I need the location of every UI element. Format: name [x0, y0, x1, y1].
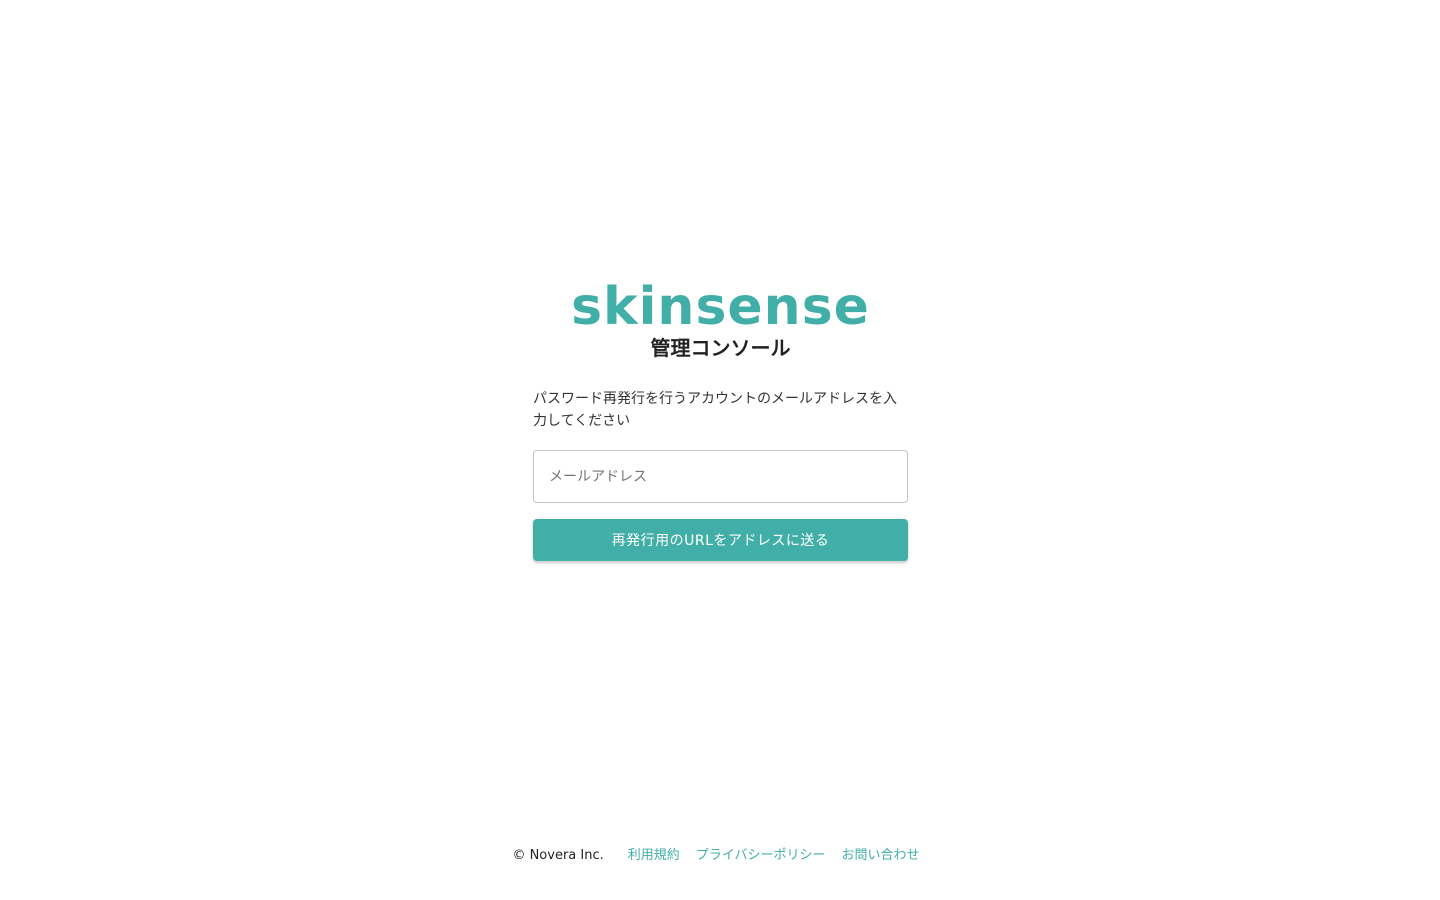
terms-link[interactable]: 利用規約: [628, 846, 680, 866]
email-input[interactable]: [547, 467, 894, 486]
copyright-text: © Novera Inc.: [512, 848, 604, 863]
reset-form-container: skinsense 管理コンソール パスワード再発行を行うアカウントのメールアド…: [533, 278, 908, 561]
send-reset-url-button[interactable]: 再発行用のURLをアドレスに送る: [533, 519, 908, 561]
contact-link[interactable]: お問い合わせ: [842, 846, 920, 866]
brand-header: skinsense 管理コンソール: [533, 278, 908, 360]
console-subtitle: 管理コンソール: [650, 336, 791, 360]
privacy-policy-link[interactable]: プライバシーポリシー: [696, 846, 826, 866]
footer: © Novera Inc. 利用規約 プライバシーポリシー お問い合わせ: [0, 846, 1440, 866]
skinsense-logo: skinsense: [571, 277, 870, 337]
password-reset-page: skinsense 管理コンソール パスワード再発行を行うアカウントのメールアド…: [0, 0, 1440, 900]
instruction-text: パスワード再発行を行うアカウントのメールアドレスを入力してください: [533, 391, 897, 429]
email-field-wrapper: [533, 450, 908, 503]
